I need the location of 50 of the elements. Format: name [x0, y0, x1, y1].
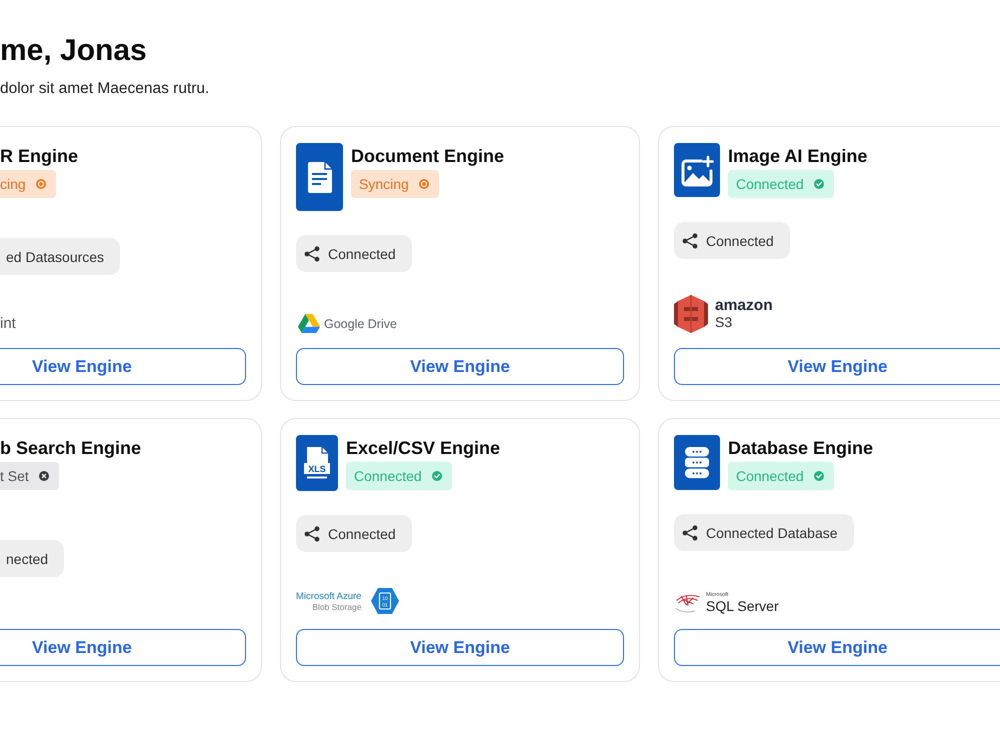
logo-text: Google Drive [324, 316, 397, 332]
ring-icon [418, 179, 429, 189]
drive-logo-icon [298, 314, 320, 333]
ring-icon [36, 179, 46, 189]
check-circle-icon [814, 179, 824, 189]
spreadsheet-file-icon: XLS [296, 435, 338, 491]
share-icon [304, 246, 320, 262]
logo-text: amazon [715, 298, 773, 314]
swoosh-logo-icon [674, 592, 702, 614]
logo-text: Microsoft Azure [296, 590, 362, 602]
view-engine-button[interactable]: View Engine [674, 629, 1000, 666]
connections-label: nected [6, 550, 48, 566]
connections-label: Connected Database [706, 524, 838, 540]
view-engine-button[interactable]: View Engine [674, 348, 1000, 385]
view-engine-button[interactable]: View Engine [0, 348, 246, 385]
share-icon [682, 524, 698, 540]
engine-title: Database Engine [728, 437, 874, 459]
status-label: Connected [736, 176, 804, 192]
page-subtitle: dolor sit amet Maecenas rutru. [0, 79, 210, 99]
logo-text: int [0, 315, 16, 333]
connections-label: ed Datasources [6, 248, 104, 264]
share-icon [682, 232, 698, 248]
logo-text: SQL Server [706, 598, 779, 614]
document-icon [296, 143, 343, 211]
connections-label: Connected [706, 232, 774, 248]
logo-text: S3 [715, 314, 734, 330]
bucket-logo-icon [674, 295, 708, 333]
engine-title: Document Engine [351, 145, 504, 167]
database-icon [674, 435, 720, 490]
status-label: cing [0, 176, 26, 192]
status-label: Connected [354, 468, 422, 484]
status-label: t Set [0, 468, 29, 484]
engine-title: Excel/CSV Engine [346, 437, 500, 459]
check-circle-icon [814, 471, 824, 481]
status-label: Connected [736, 468, 804, 484]
view-engine-button[interactable]: View Engine [296, 629, 624, 666]
view-engine-button[interactable]: View Engine [296, 348, 624, 385]
engine-title: R Engine [0, 145, 78, 167]
check-circle-icon [432, 471, 442, 481]
connections-label: Connected [328, 526, 396, 542]
engine-title: b Search Engine [0, 437, 142, 459]
connections-label: Connected [328, 246, 396, 262]
view-engine-button[interactable]: View Engine [0, 629, 246, 666]
status-label: Syncing [359, 176, 409, 192]
x-circle-icon [38, 471, 49, 481]
image-plus-icon [674, 143, 720, 197]
logo-text: Blob Storage [312, 602, 362, 612]
page-title: me, Jonas [0, 33, 148, 69]
engine-title: Image AI Engine [728, 145, 868, 167]
share-icon [304, 526, 320, 542]
